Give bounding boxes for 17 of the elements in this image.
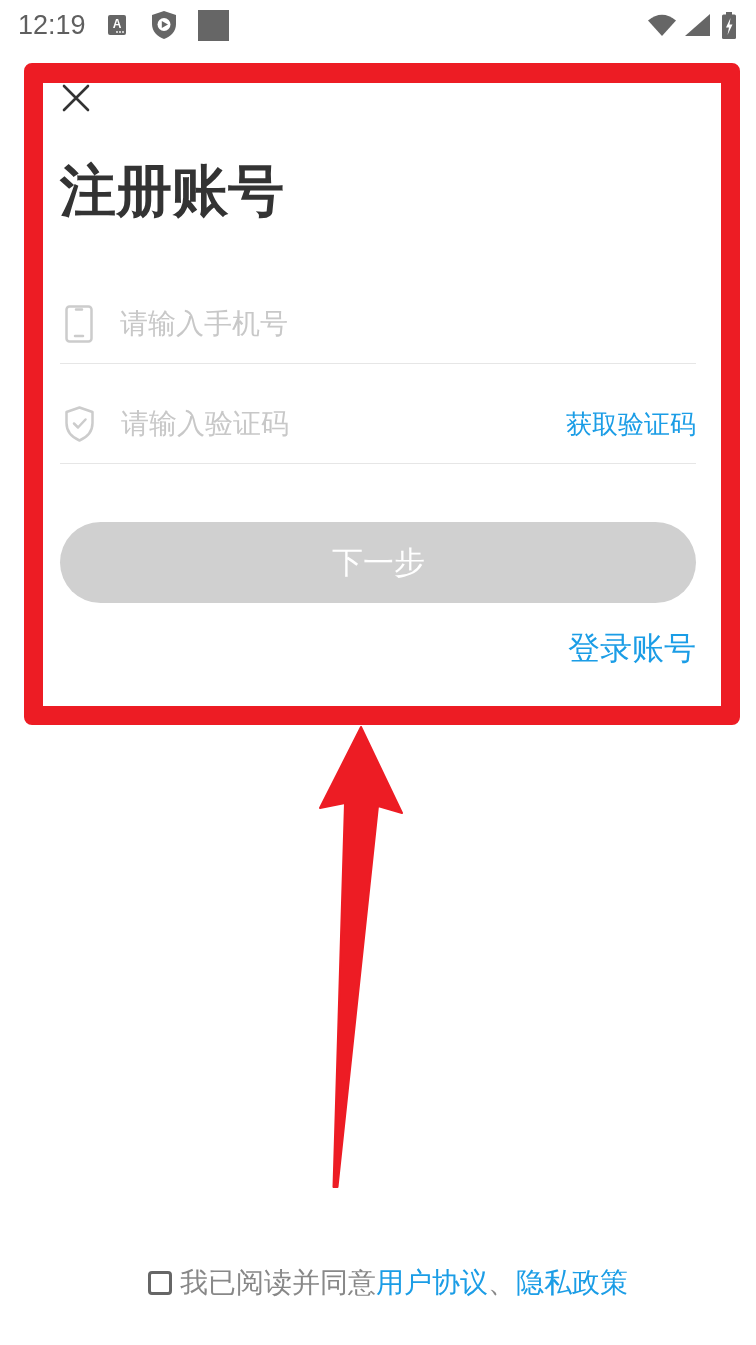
user-agreement-link[interactable]: 用户协议 (376, 1266, 488, 1300)
login-account-link[interactable]: 登录账号 (568, 629, 696, 668)
clock-time: 12:19 (18, 11, 86, 39)
close-icon[interactable] (62, 84, 90, 112)
agreement-text: 我已阅读并同意用户协议、隐私政策 (180, 1266, 628, 1300)
get-code-button[interactable]: 获取验证码 (566, 404, 696, 444)
shield-play-icon (151, 11, 176, 39)
privacy-policy-link[interactable]: 隐私政策 (516, 1266, 628, 1300)
battery-charging-icon (722, 11, 736, 39)
shield-check-icon (65, 406, 94, 443)
letter-tile-icon: A (107, 15, 126, 35)
square-icon (197, 9, 229, 41)
wifi-icon (648, 14, 676, 36)
checkbox[interactable] (148, 1271, 172, 1296)
phone-icon (65, 305, 93, 344)
signal-icon (685, 14, 710, 36)
page-title: 注册账号 (60, 157, 285, 225)
